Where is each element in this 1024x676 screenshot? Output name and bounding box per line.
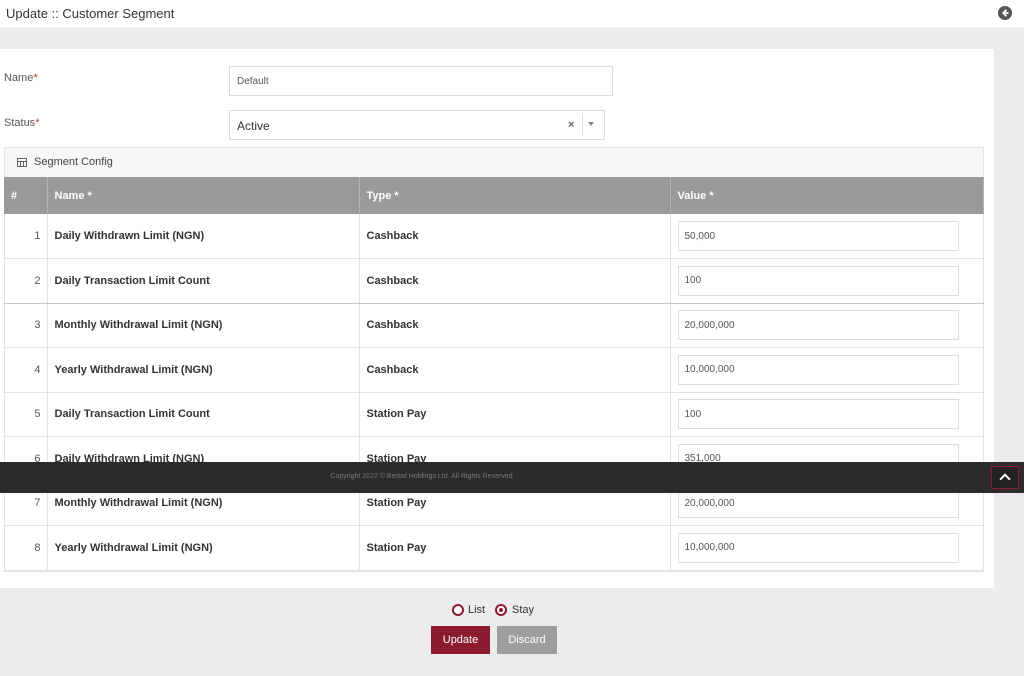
name-label: Name* [4, 72, 38, 84]
value-input[interactable] [677, 399, 959, 430]
row-name: Daily Transaction Limit Count [47, 392, 360, 437]
back-arrow-icon[interactable] [998, 6, 1012, 20]
status-value: Active [237, 119, 270, 133]
chevron-down-icon[interactable] [588, 122, 594, 126]
status-select[interactable]: Active × [229, 110, 605, 140]
row-type: Cashback [359, 303, 671, 348]
value-input[interactable] [677, 265, 959, 296]
clear-icon[interactable]: × [568, 119, 574, 131]
column-header-index: # [4, 177, 48, 214]
name-input[interactable] [229, 66, 613, 96]
value-input[interactable] [677, 354, 959, 385]
segment-config-table: # Name * Type * Value * 1 Daily Withdraw… [4, 177, 984, 571]
segment-config-title: Segment Config [34, 156, 113, 168]
table-row: 2 Daily Transaction Limit Count Cashback [4, 258, 984, 304]
row-index: 1 [4, 214, 48, 259]
footer-bar: Copyright 2022 © Bestaf Holdings Ltd. Al… [0, 462, 1024, 493]
row-name: Daily Withdrawn Limit (NGN) [47, 214, 360, 259]
page-title: Update :: Customer Segment [6, 6, 175, 21]
column-header-type: Type * [359, 177, 671, 214]
row-type: Cashback [359, 347, 671, 393]
row-name: Monthly Withdrawal Limit (NGN) [47, 303, 360, 348]
row-type: Station Pay [359, 392, 671, 437]
segment-config-header: Segment Config [5, 148, 983, 178]
value-input[interactable] [677, 310, 959, 341]
table-row: 4 Yearly Withdrawal Limit (NGN) Cashback [4, 347, 984, 393]
value-input[interactable] [677, 221, 959, 251]
row-name: Yearly Withdrawal Limit (NGN) [47, 525, 360, 571]
row-type: Cashback [359, 214, 671, 259]
table-row: 8 Yearly Withdrawal Limit (NGN) Station … [4, 525, 984, 571]
row-index: 4 [4, 347, 48, 393]
row-index: 3 [4, 303, 48, 348]
column-header-name: Name * [47, 177, 360, 214]
radio-list[interactable] [452, 604, 464, 616]
discard-button[interactable]: Discard [497, 626, 557, 654]
row-name: Daily Transaction Limit Count [47, 258, 360, 304]
table-row: 3 Monthly Withdrawal Limit (NGN) Cashbac… [4, 303, 984, 348]
table-row: 5 Daily Transaction Limit Count Station … [4, 392, 984, 437]
radio-stay[interactable] [495, 604, 507, 616]
table-row: 1 Daily Withdrawn Limit (NGN) Cashback [4, 214, 984, 259]
update-button[interactable]: Update [431, 626, 490, 654]
status-label: Status* [4, 117, 40, 129]
radio-list-label: List [468, 604, 486, 616]
column-header-value: Value * [670, 177, 984, 214]
row-index: 2 [4, 258, 48, 304]
row-name: Yearly Withdrawal Limit (NGN) [47, 347, 360, 393]
table-header-row: # Name * Type * Value * [4, 177, 984, 214]
top-bar: Update :: Customer Segment [0, 0, 1024, 27]
table-icon [17, 158, 27, 167]
scroll-to-top-button[interactable] [991, 466, 1019, 489]
chevron-up-icon [999, 473, 1011, 485]
row-index: 5 [4, 392, 48, 437]
value-input[interactable] [677, 532, 959, 563]
copyright-text: Copyright 2022 © Bestaf Holdings Ltd. Al… [330, 473, 513, 480]
row-type: Cashback [359, 258, 671, 304]
radio-stay-label: Stay [512, 604, 535, 616]
row-index: 8 [4, 525, 48, 571]
select-divider [582, 114, 583, 136]
row-type: Station Pay [359, 525, 671, 571]
